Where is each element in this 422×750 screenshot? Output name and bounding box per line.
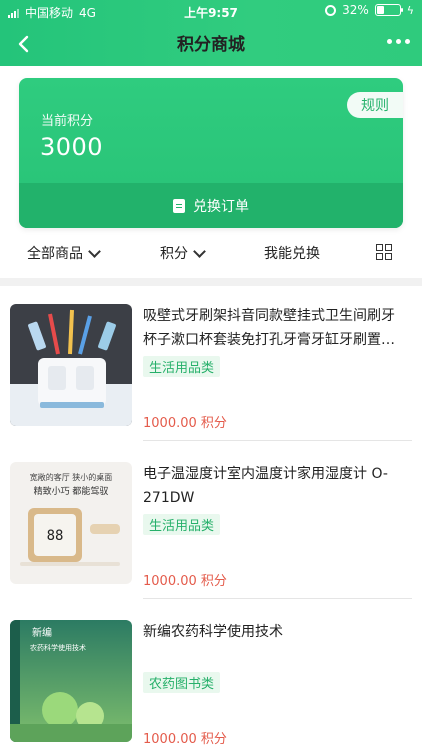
more-button[interactable] [387,39,410,44]
hygrometer-image: 宽敞的客厅 狭小的桌面 精致小巧 都能驾驭 88 [10,462,132,584]
product-price: 1000.00 积分 [143,574,227,589]
category-badge: 农药图书类 [143,672,221,693]
exchange-orders-button[interactable]: 兑换订单 [19,183,403,228]
toothbrush-holder-image [10,304,132,426]
product-title: 电子温湿度计室内温度计家用湿度计 O-271DW [143,466,388,506]
filter-redeemable-label: 我能兑换 [264,246,320,262]
document-icon [173,198,185,213]
chevron-down-icon [194,249,206,257]
alarm-icon [325,4,337,16]
chevron-down-icon [89,249,101,257]
battery-percent: 32% [342,3,369,17]
page-title: 积分商城 [177,35,245,55]
battery-icon [374,4,403,16]
points-label: 当前积分 [41,114,94,129]
product-price: 1000.00 积分 [143,416,227,431]
filter-redeemable[interactable]: 我能兑换 [264,243,320,263]
svg-text:88: 88 [47,528,64,544]
book-cover-text-1: 新编 [32,626,52,639]
hygrometer-image-text-2: 精致小巧 都能驾驭 [34,485,109,497]
product-item[interactable]: 吸壁式牙刷架抖音同款壁挂式卫生间刷牙杯子漱口杯套装免打孔牙膏牙缸牙刷置… 生活用… [0,304,422,446]
row-divider [143,440,412,441]
product-price: 1000.00 积分 [143,732,227,747]
filter-all-goods[interactable]: 全部商品 [27,243,101,263]
more-dot-icon [387,39,392,44]
product-item[interactable]: 新编 农药科学使用技术 新编农药科学使用技术 农药图书类 1000.00 积分 [0,620,422,750]
product-item[interactable]: 宽敞的客厅 狭小的桌面 精致小巧 都能驾驭 88 电子温湿度计室内温度计家用湿度… [0,462,422,604]
filter-bar: 全部商品 积分 我能兑换 [0,236,422,270]
book-cover-image: 新编 农药科学使用技术 [10,620,132,742]
product-title: 吸壁式牙刷架抖音同款壁挂式卫生间刷牙杯子漱口杯套装免打孔牙膏牙缸牙刷置… [143,308,395,348]
row-divider [143,598,412,599]
status-bar: 中国移动 4G 上午9:57 32% ϟ [0,0,422,22]
product-image-toothbrush-holder [10,304,132,426]
app-header: 中国移动 4G 上午9:57 32% ϟ 积分商城 [0,0,422,66]
charging-icon: ϟ [406,3,414,17]
section-divider [0,278,422,286]
rules-button[interactable]: 规则 [347,92,403,118]
product-image-book-cover: 新编 农药科学使用技术 [10,620,132,742]
exchange-orders-label: 兑换订单 [193,198,249,215]
product-image-hygrometer: 宽敞的客厅 狭小的桌面 精致小巧 都能驾驭 88 [10,462,132,584]
nav-bar: 积分商城 [0,22,422,66]
points-card: 当前积分 3000 规则 兑换订单 [19,78,403,228]
product-title: 新编农药科学使用技术 [143,624,283,640]
book-cover-text-2: 农药科学使用技术 [30,643,86,652]
category-badge: 生活用品类 [143,356,221,377]
filter-points-label: 积分 [160,246,188,262]
category-badge: 生活用品类 [143,514,221,535]
hygrometer-image-text-1: 宽敞的客厅 狭小的桌面 [30,472,113,482]
more-dot-icon [396,39,401,44]
filter-all-goods-label: 全部商品 [27,246,83,262]
filter-points[interactable]: 积分 [160,243,206,263]
points-value: 3000 [40,133,104,161]
grid-view-icon[interactable] [376,244,392,260]
more-dot-icon [405,39,410,44]
